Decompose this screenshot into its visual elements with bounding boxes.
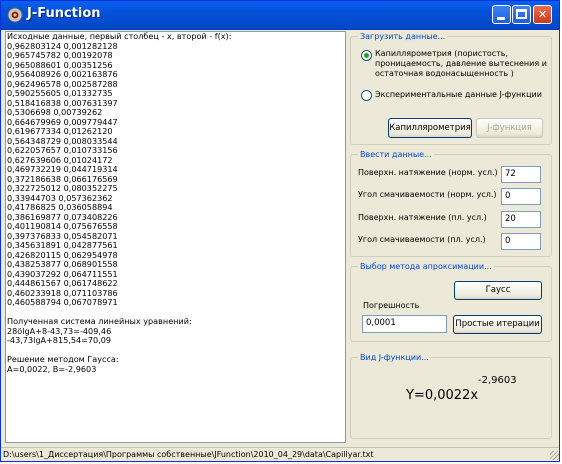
- surface-tension-res-label: Поверхн. натяжение (пл. усл.): [358, 213, 487, 222]
- maximize-button[interactable]: [512, 5, 531, 24]
- jfunction-formula: Y=0,0022x -2,9603: [406, 375, 517, 403]
- error-input[interactable]: 0,0001: [362, 315, 447, 333]
- wetting-angle-norm-input[interactable]: 0: [501, 188, 541, 205]
- app-icon: [7, 7, 23, 23]
- wetting-angle-norm-label: Угол смачиваемости (норм. усл.): [358, 190, 497, 199]
- output-textbox[interactable]: Исходные данные, первый столбец - x, вто…: [5, 31, 346, 443]
- load-data-group: Загрузить данные... Капиллярометрия (пор…: [350, 31, 552, 145]
- result-group: Вид J-функции... Y=0,0022x -2,9603: [350, 352, 552, 439]
- radio-jfunction[interactable]: [361, 90, 372, 101]
- title-bar[interactable]: J-Function ✕: [1, 1, 559, 30]
- status-bar: D:\users\1_Диссертация\Программы собстве…: [1, 447, 559, 461]
- result-legend: Вид J-функции...: [358, 352, 431, 363]
- close-icon: ✕: [537, 8, 548, 21]
- wetting-angle-res-input[interactable]: 0: [501, 233, 541, 250]
- resize-grip-icon[interactable]: [550, 451, 559, 460]
- wetting-angle-res-label: Угол смачиваемости (пл. усл.): [358, 235, 486, 244]
- minimize-button[interactable]: [492, 5, 511, 24]
- input-data-group: Ввести данные... Поверхн. натяжение (нор…: [350, 149, 552, 257]
- maximize-icon: [516, 9, 527, 19]
- radio-capillary[interactable]: [361, 50, 372, 61]
- jfunction-button[interactable]: J-функция: [476, 118, 543, 138]
- window-title: J-Function: [27, 6, 101, 21]
- method-group: Выбор метода апроксимации... Гаусс Погре…: [350, 261, 552, 342]
- surface-tension-norm-label: Поверхн. натяжение (норм. усл.): [358, 168, 498, 177]
- formula-base: Y=0,0022x: [406, 388, 479, 403]
- status-file-path: D:\users\1_Диссертация\Программы собстве…: [3, 450, 374, 459]
- gauss-button[interactable]: Гаусс: [454, 281, 542, 300]
- surface-tension-norm-input[interactable]: 72: [501, 166, 541, 183]
- radio-capillary-label[interactable]: Капиллярометрия (пористость, проницаемос…: [375, 49, 550, 79]
- close-button[interactable]: ✕: [533, 5, 552, 24]
- minimize-icon: [497, 17, 505, 20]
- radio-jfunction-label[interactable]: Экспериментальные данные J-функции: [375, 90, 550, 100]
- method-legend: Выбор метода апроксимации...: [358, 261, 494, 272]
- capillary-button[interactable]: Капиллярометрия: [388, 118, 472, 138]
- simple-iterations-button[interactable]: Простые итерации: [453, 315, 542, 334]
- surface-tension-res-input[interactable]: 20: [501, 211, 541, 228]
- error-label: Погрешность: [363, 301, 420, 310]
- output-text: Исходные данные, первый столбец - x, вто…: [7, 31, 232, 374]
- main-window: J-Function ✕ Исходные данные, первый сто…: [0, 0, 560, 462]
- input-data-legend: Ввести данные...: [358, 149, 434, 160]
- formula-exponent: -2,9603: [478, 375, 517, 386]
- load-data-legend: Загрузить данные...: [358, 31, 448, 42]
